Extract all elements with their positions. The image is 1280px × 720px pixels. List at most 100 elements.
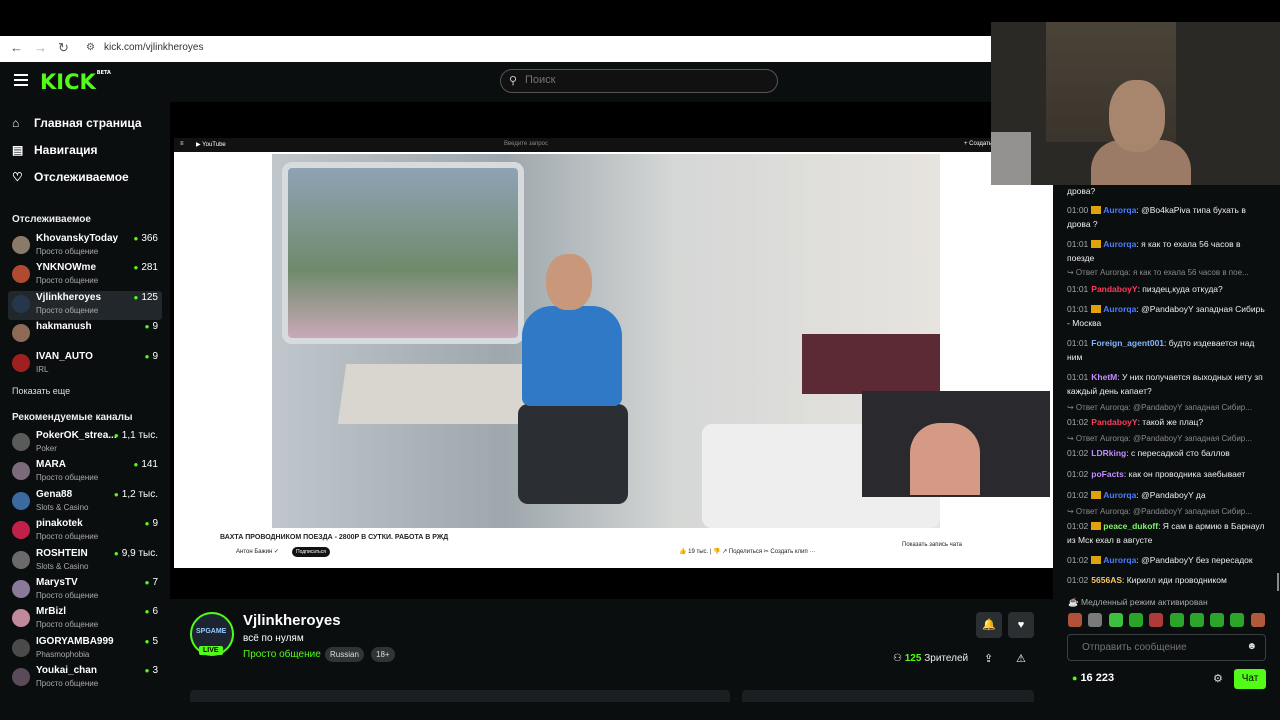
message-username[interactable]: Aurorqa [1103, 304, 1136, 314]
emote-icon[interactable] [1068, 613, 1082, 627]
message-username[interactable]: 5656AS [1091, 575, 1122, 585]
message-username[interactable]: LDRking [1091, 448, 1126, 458]
chat-message[interactable]: 01:02 Aurorqa: @PandaboyY без пересадок [1067, 553, 1267, 567]
reload-icon[interactable]: ↻ [58, 40, 69, 56]
message-username[interactable]: poFacts [1091, 469, 1124, 479]
address-bar[interactable]: kick.com/vjlinkheroyes [104, 42, 203, 53]
sidebar-channel[interactable]: MrBizl Просто общение 6 [8, 605, 162, 634]
emote-icon[interactable] [1149, 613, 1164, 627]
chat-input-box[interactable]: ☻ [1067, 634, 1266, 661]
sidebar-channel[interactable]: YNKNOWme Просто общение 281 [8, 261, 162, 290]
chat-message[interactable]: 01:02 peace_dukoff: Я сам в армию в Барна… [1067, 519, 1267, 547]
message-text: : Кирилл иди проводником [1122, 575, 1227, 585]
nav-browse[interactable]: ▤ Навигация [12, 143, 98, 157]
nav-home[interactable]: ⌂ Главная страница [12, 116, 142, 130]
chat-message[interactable]: дрова? [1067, 184, 1267, 198]
tag-age[interactable]: 18+ [371, 647, 395, 662]
site-info-icon[interactable]: ⚙ [86, 42, 95, 53]
message-username[interactable]: Aurorqa [1103, 205, 1136, 215]
chat-message[interactable]: 01:00 Aurorqa: @Bo4kaPiva типа бухать в д… [1067, 203, 1267, 231]
kick-logo[interactable]: KICKBETA [40, 70, 111, 94]
search-input[interactable] [523, 73, 767, 87]
emote-icon[interactable] [1250, 613, 1265, 627]
recommended-section-title: Рекомендуемые каналы [12, 412, 133, 423]
chat-message[interactable]: 01:02 LDRking: с пересадкой сто баллов [1067, 446, 1267, 460]
sidebar-channel[interactable]: Vjlinkheroyes Просто общение 125 [8, 290, 162, 320]
message-username[interactable]: Aurorqa [1103, 555, 1136, 565]
chat-scrollbar[interactable] [1277, 573, 1279, 591]
subscribe-button: Подписаться [292, 547, 330, 557]
emoji-icon[interactable]: ☻ [1246, 641, 1257, 652]
message-username[interactable]: PandaboyY [1091, 284, 1137, 294]
reply-context[interactable]: ↪ Ответ Aurorqa: @PandaboyY западная Сиб… [1067, 507, 1267, 516]
chat-message[interactable]: 01:02 Aurorqa: @PandaboyY да [1067, 488, 1267, 502]
message-text: : как он проводника заебывает [1123, 469, 1246, 479]
gear-icon[interactable]: ⚙ [1213, 672, 1223, 685]
channel-category: Slots & Casino [36, 502, 89, 512]
sidebar-channel[interactable]: ROSHTEIN Slots & Casino 9,9 тыс. [8, 547, 162, 576]
chat-message[interactable]: 01:01 PandaboyY: пиздец,куда откуда? [1067, 282, 1267, 296]
sidebar-channel[interactable]: hakmanush 9 [8, 320, 162, 349]
chat-message[interactable]: 01:01 Aurorqa: я как то ехала 56 часов в … [1067, 237, 1267, 265]
notification-bell-icon[interactable]: 🔔 [976, 612, 1002, 638]
sidebar-channel[interactable]: PokerOK_strea... Poker 1,1 тыс. [8, 429, 162, 458]
report-icon[interactable]: ⚠ [1016, 652, 1026, 665]
sidebar-channel[interactable]: KhovanskyToday Просто общение 366 [8, 232, 162, 261]
message-username[interactable]: PandaboyY [1091, 417, 1137, 427]
channel-name[interactable]: Vjlinkheroyes [243, 612, 341, 629]
search-box[interactable]: ⚲ [500, 69, 778, 93]
emote-icon[interactable] [1169, 613, 1184, 627]
nav-following[interactable]: ♡ Отслеживаемое [12, 170, 129, 184]
sidebar-channel[interactable]: Gena88 Slots & Casino 1,2 тыс. [8, 488, 162, 517]
channel-avatar-icon [12, 265, 30, 284]
channel-avatar-icon [12, 294, 30, 313]
emote-icon[interactable] [1210, 613, 1225, 627]
message-username[interactable]: Aurorqa [1103, 490, 1136, 500]
follow-heart-button[interactable]: ♥ [1008, 612, 1034, 638]
message-username[interactable]: peace_dukoff [1103, 521, 1158, 531]
chat-message[interactable]: 01:01 Aurorqa: @PandaboyY западная Сибирь… [1067, 302, 1267, 330]
reply-context[interactable]: ↪ Ответ Aurorqa: я как то ехала 56 часов… [1067, 268, 1267, 277]
channel-name: MrBizl [36, 606, 66, 618]
message-username[interactable]: Foreign_agent001 [1091, 338, 1164, 348]
reply-context[interactable]: ↪ Ответ Aurorqa: @PandaboyY западная Сиб… [1067, 434, 1267, 443]
channel-category: Просто общение [36, 532, 99, 542]
emote-icon[interactable] [1108, 613, 1123, 627]
chat-input[interactable] [1080, 641, 1244, 654]
back-icon[interactable]: ← [10, 40, 23, 55]
send-chat-button[interactable]: Чат [1234, 669, 1266, 689]
viewer-number: 125 [904, 653, 922, 664]
chat-message[interactable]: 01:02 PandaboyY: такой же плац? [1067, 415, 1267, 429]
video-actions: 👍 19 тыс. | 👎 ↗ Поделиться ✂ Создать кли… [679, 549, 816, 555]
sidebar-channel[interactable]: IGORYAMBA999 Phasmophobia 5 [8, 635, 162, 664]
channel-avatar-icon [12, 236, 30, 254]
channel-name: pinakotek [36, 518, 83, 530]
chat-message[interactable]: 01:01 Foreign_agent001: будто издевается … [1067, 336, 1267, 364]
sidebar-channel[interactable]: MARA Просто общение 141 [8, 458, 162, 487]
chat-message[interactable]: 01:01 KhetM: У них получается выходных не… [1067, 370, 1267, 398]
show-more-link[interactable]: Показать еще [12, 386, 70, 396]
emote-icon[interactable] [1128, 613, 1143, 627]
sidebar-channel[interactable]: pinakotek Просто общение 9 [8, 517, 162, 546]
tag-language[interactable]: Russian [325, 647, 364, 662]
menu-icon[interactable] [14, 74, 28, 88]
reply-context[interactable]: ↪ Ответ Aurorqa: @PandaboyY западная Сиб… [1067, 403, 1267, 412]
emote-icon[interactable] [1088, 613, 1103, 627]
channel-points[interactable]: 16 223 [1072, 672, 1114, 684]
message-time: 01:01 [1067, 239, 1089, 249]
chat-message[interactable]: 01:02 5656AS: Кирилл иди проводником [1067, 573, 1267, 587]
message-username[interactable]: KhetM [1091, 372, 1117, 382]
chat-replay-label: Показать запись чата [902, 542, 963, 548]
message-username[interactable]: Aurorqa [1103, 239, 1136, 249]
stream-category[interactable]: Просто общение [243, 649, 321, 660]
sidebar-channel[interactable]: Youkai_chan Просто общение 3 [8, 664, 162, 693]
sidebar-channel[interactable]: MarysTV Просто общение 7 [8, 576, 162, 605]
chat-message[interactable]: 01:02 poFacts: как он проводника заебывае… [1067, 467, 1267, 481]
sidebar-channel[interactable]: IVAN_AUTO IRL 9 [8, 350, 162, 379]
share-icon[interactable]: ⇪ [984, 652, 993, 665]
emote-icon[interactable] [1230, 613, 1245, 627]
forward-icon[interactable]: → [34, 40, 47, 55]
emote-icon[interactable] [1189, 613, 1204, 627]
viewer-count: 9 [145, 518, 158, 529]
video-player[interactable]: ≡ ▶ YouTube Введите запрос + Создать ВАХ… [170, 102, 1053, 599]
